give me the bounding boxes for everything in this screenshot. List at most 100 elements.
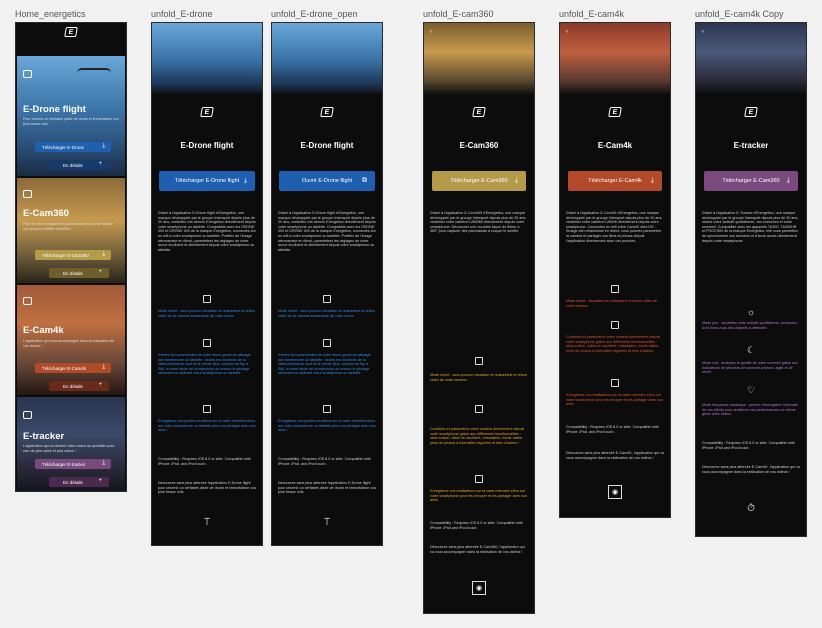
energetics-logo-icon: E [608, 107, 622, 117]
button-label: Télécharger E-Cam360 [722, 178, 780, 184]
feature-text: Mode direct : vous pouvez visualiser en … [278, 309, 376, 318]
back-icon[interactable]: ‹ [566, 29, 568, 35]
heart-icon: ♡ [746, 385, 756, 395]
home-card-cam4k[interactable]: E-Cam4k L'application qui vous accompagn… [17, 285, 125, 395]
tracker-screen: ‹ E E-tracker Télécharger E-Cam360 ⤓ Grâc… [695, 22, 807, 537]
download-button[interactable]: Télécharger E-Cam360 ⤓ [704, 171, 798, 191]
feature-night: Mode nuit : analysez la qualité de votre… [702, 361, 800, 375]
download-button[interactable]: Télécharger E-Cam360 ⤓ [432, 171, 526, 191]
outro-text: Découvrez sans plus attendre E-Cam360, l… [430, 545, 525, 554]
download-label: Télécharger E-Cam4k [42, 365, 87, 371]
artboard-drone-open: unfold_E-drone_open E E-Drone flight Ouv… [271, 9, 383, 546]
plus-icon: + [98, 478, 102, 484]
back-icon[interactable]: ‹ [702, 29, 704, 35]
feature-heart: Mode fréquence cardiaque : permet d'enre… [702, 403, 800, 417]
download-icon: ⤓ [786, 177, 790, 184]
card-title: E-Cam360 [23, 208, 69, 219]
feature-record: Enregistrez vos photos et vidéos sur la … [278, 419, 376, 433]
outro-text: Découvrez sans plus attendre E-Cam4K, l'… [702, 465, 800, 474]
app-icon [23, 297, 32, 305]
photo-icon [611, 379, 619, 387]
energetics-logo-icon: E [472, 107, 486, 117]
feature-direct: Mode direct : vous pouvez visualiser en … [158, 309, 256, 318]
home-card-drone[interactable]: E-Drone flight Pour devenir un véritable… [17, 56, 125, 176]
download-label: Télécharger E-Cam360 [42, 252, 89, 258]
download-button[interactable]: Télécharger E-Drone ⤓ [35, 142, 111, 152]
feature-text: Mode nuit : analysez la qualité de votre… [702, 361, 798, 375]
play-icon [323, 295, 331, 303]
photo-icon [323, 405, 331, 413]
page-title: E-Cam4k [597, 141, 633, 150]
download-label: Télécharger E-tracker [42, 461, 86, 467]
intro-text: Grâce à l'application E-Cam360 d'Energet… [430, 211, 527, 234]
card-subtitle: Pour ne plus manquer vos panoramas et po… [23, 222, 114, 231]
download-icon: ⤓ [514, 177, 518, 184]
feature-control: Prenez les commandes de votre drone grâc… [278, 353, 376, 376]
feature-control: Contrôlez et paramétrez votre caméra dir… [566, 335, 664, 353]
drone-icon: ⍡ [324, 517, 330, 528]
hero-image [152, 23, 262, 95]
card-title: E-Drone flight [23, 104, 86, 115]
artboard-cam4k: unfold_E-cam4k ‹ E E-Cam4k Télécharger E… [559, 9, 671, 518]
feature-control: Contrôlez et paramétrez votre caméra dir… [430, 427, 528, 445]
home-card-tracker[interactable]: E-tracker L'application qui va devenir v… [17, 397, 125, 491]
phone-icon [323, 339, 331, 347]
details-button[interactable]: En détails + [49, 268, 109, 278]
download-icon: ⤓ [102, 460, 105, 466]
energetics-logo-icon: E [744, 107, 758, 117]
feature-text: Prenez les commandes de votre drone grâc… [278, 353, 371, 376]
artboard-label: unfold_E-cam360 [423, 9, 494, 19]
app-icon [23, 70, 32, 78]
download-button[interactable]: Télécharger E-Cam360 ⤓ [35, 250, 111, 260]
card-subtitle: L'application qui va devenir votre coach… [23, 444, 115, 453]
card-title: E-Cam4k [23, 325, 64, 336]
compat-text: Compatibility : Requires iOS 8.0 or late… [430, 521, 523, 530]
details-label: En détails [63, 162, 83, 168]
button-label: Télécharger E-Cam360 [450, 178, 508, 184]
details-label: En détails [63, 270, 83, 276]
plus-icon: + [98, 161, 102, 167]
feature-direct: Mode direct : vous pouvez visualiser en … [278, 309, 376, 318]
feature-record: Enregistrez vos réalisations sur la cart… [430, 489, 528, 503]
back-icon[interactable]: ‹ [430, 29, 432, 35]
outro-text: Découvrez sans plus attendre E-Cam4K, l'… [566, 451, 664, 460]
button-label: Télécharger E-Drone flight [174, 178, 240, 184]
play-icon [611, 285, 619, 293]
home-card-cam360[interactable]: E-Cam360 Pour ne plus manquer vos panora… [17, 178, 125, 283]
download-icon: ⤓ [102, 364, 105, 370]
artboard-label: unfold_E-drone_open [271, 9, 358, 19]
artboard-label: Home_energetics [15, 9, 86, 19]
details-button[interactable]: En détails + [49, 381, 109, 391]
details-button[interactable]: En détails + [49, 160, 109, 170]
intro-text: Grâce à l'application E-Drone flight d'E… [278, 211, 376, 252]
compat-text: Compatibility : Requires iOS 8.0 or late… [566, 425, 659, 434]
home-screen: E E-Drone flight Pour devenir un véritab… [15, 22, 127, 492]
feature-text: Mode direct : visualisez en instantané l… [566, 299, 658, 308]
details-button[interactable]: En détails + [49, 477, 109, 487]
page-title: E-Cam360 [459, 141, 499, 150]
download-label: Télécharger E-Drone [42, 144, 85, 150]
feature-text: Mode direct : vous pouvez visualiser en … [430, 373, 528, 382]
feature-record: Enregistrez vos réalisations sur la cart… [566, 393, 664, 407]
download-button[interactable]: Télécharger E-Cam4k ⤓ [35, 363, 111, 373]
download-button[interactable]: Télécharger E-Drone flight ⤓ [159, 171, 255, 191]
feature-day: Mode jour : surveillez votre activité qu… [702, 321, 800, 330]
photo-icon [203, 405, 211, 413]
feature-text: Mode jour : surveillez votre activité qu… [702, 321, 799, 330]
stopwatch-icon: ⏱ [747, 503, 755, 514]
compat-text: Compatibility : Requires iOS 8.0 or late… [158, 457, 251, 466]
energetics-logo-icon: E [320, 107, 334, 117]
page-title: E-Drone flight [180, 141, 234, 150]
button-label: Ouvrir E-Drone flight [301, 178, 353, 184]
feature-text: Enregistrez vos réalisations sur la cart… [566, 393, 664, 407]
details-label: En détails [63, 383, 83, 389]
drone-open-screen: E E-Drone flight Ouvrir E-Drone flight ⧉ … [271, 22, 383, 546]
download-button[interactable]: Télécharger E-tracker ⤓ [35, 459, 111, 469]
open-external-icon: ⧉ [362, 177, 367, 184]
download-button[interactable]: Télécharger E-Cam4k ⤓ [568, 171, 662, 191]
compat-text: Compatibility : Requires iOS 8.0 or late… [278, 457, 371, 466]
download-icon: ⤓ [102, 251, 105, 257]
app-icon [23, 411, 32, 419]
open-button[interactable]: Ouvrir E-Drone flight ⧉ [279, 171, 375, 191]
home-header: E [16, 23, 126, 41]
